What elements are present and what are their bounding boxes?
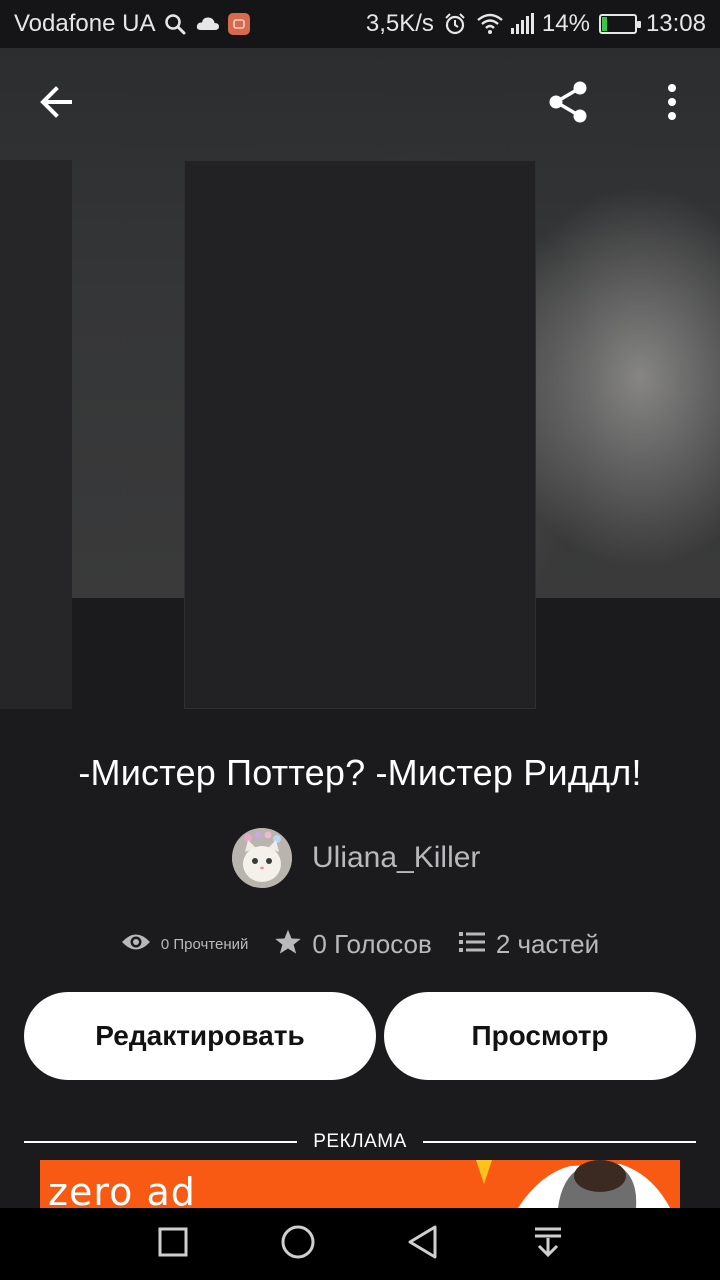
- back-icon: [406, 1224, 440, 1265]
- list-icon: [458, 930, 486, 959]
- status-left: Vodafone UA: [14, 10, 251, 38]
- star-icon: [274, 928, 302, 961]
- ad-banner-art: [476, 1160, 670, 1208]
- network-speed: 3,5K/s: [365, 10, 434, 37]
- screen: Vodafone UA 3,5K/s 14% 13:08 -Мистер Пот…: [0, 0, 720, 1280]
- share-button[interactable]: [536, 72, 600, 136]
- battery-icon: [598, 14, 641, 34]
- alarm-icon: [443, 12, 467, 36]
- back-nav-button[interactable]: [399, 1220, 447, 1268]
- wifi-icon: [476, 12, 503, 36]
- battery-level: [601, 17, 607, 31]
- ad-label-row: РЕКЛАМА: [24, 1130, 696, 1154]
- ad-banner[interactable]: zero ad: [40, 1160, 680, 1208]
- battery-percent: 14%: [541, 10, 590, 37]
- recent-apps-button[interactable]: [149, 1220, 197, 1268]
- author-name: Uliana_Killer: [312, 841, 481, 874]
- reads-stat: 0 Прочтений: [121, 931, 249, 958]
- notification-pull-icon: [531, 1224, 565, 1265]
- ad-divider-right: [422, 1141, 696, 1143]
- story-stats: 0 Прочтений 0 Голосов 2 частей: [0, 922, 720, 966]
- votes-count: 0 Голосов: [312, 928, 432, 959]
- parts-stat: 2 частей: [458, 929, 599, 960]
- eye-icon: [121, 931, 151, 958]
- signal-icon: [509, 12, 534, 36]
- system-nav-bar: [0, 1208, 720, 1280]
- avatar: [232, 828, 292, 888]
- home-icon: [280, 1224, 316, 1265]
- previous-cover[interactable]: [0, 160, 72, 709]
- notification-pull-button[interactable]: [524, 1220, 572, 1268]
- more-vertical-icon: [664, 82, 680, 127]
- share-icon: [544, 78, 592, 131]
- cloud-icon: [195, 12, 220, 36]
- votes-stat: 0 Голосов: [274, 928, 432, 961]
- author-link[interactable]: Uliana_Killer: [232, 828, 480, 888]
- ad-divider-left: [24, 1141, 298, 1143]
- home-button[interactable]: [274, 1220, 322, 1268]
- back-arrow-icon: [36, 82, 76, 127]
- recent-apps-icon: [157, 1226, 189, 1263]
- reads-count: 0 Прочтений: [160, 935, 249, 953]
- clock: 13:08: [645, 10, 706, 37]
- status-bar: Vodafone UA 3,5K/s 14% 13:08: [0, 0, 720, 48]
- ad-label: РЕКЛАМА: [313, 1131, 407, 1152]
- app-notification-icon: [227, 12, 251, 36]
- edit-button[interactable]: Редактировать: [24, 992, 376, 1080]
- parts-count: 2 частей: [495, 928, 600, 959]
- story-cover[interactable]: [184, 160, 536, 709]
- back-button[interactable]: [24, 72, 88, 136]
- more-options-button[interactable]: [640, 72, 704, 136]
- carrier-name: Vodafone UA: [14, 10, 156, 37]
- story-title: -Мистер Поттер? -Мистер Риддл!: [78, 752, 642, 793]
- view-button[interactable]: Просмотр: [384, 992, 696, 1080]
- search-icon: [163, 12, 187, 36]
- status-right: 3,5K/s 14% 13:08: [366, 10, 706, 38]
